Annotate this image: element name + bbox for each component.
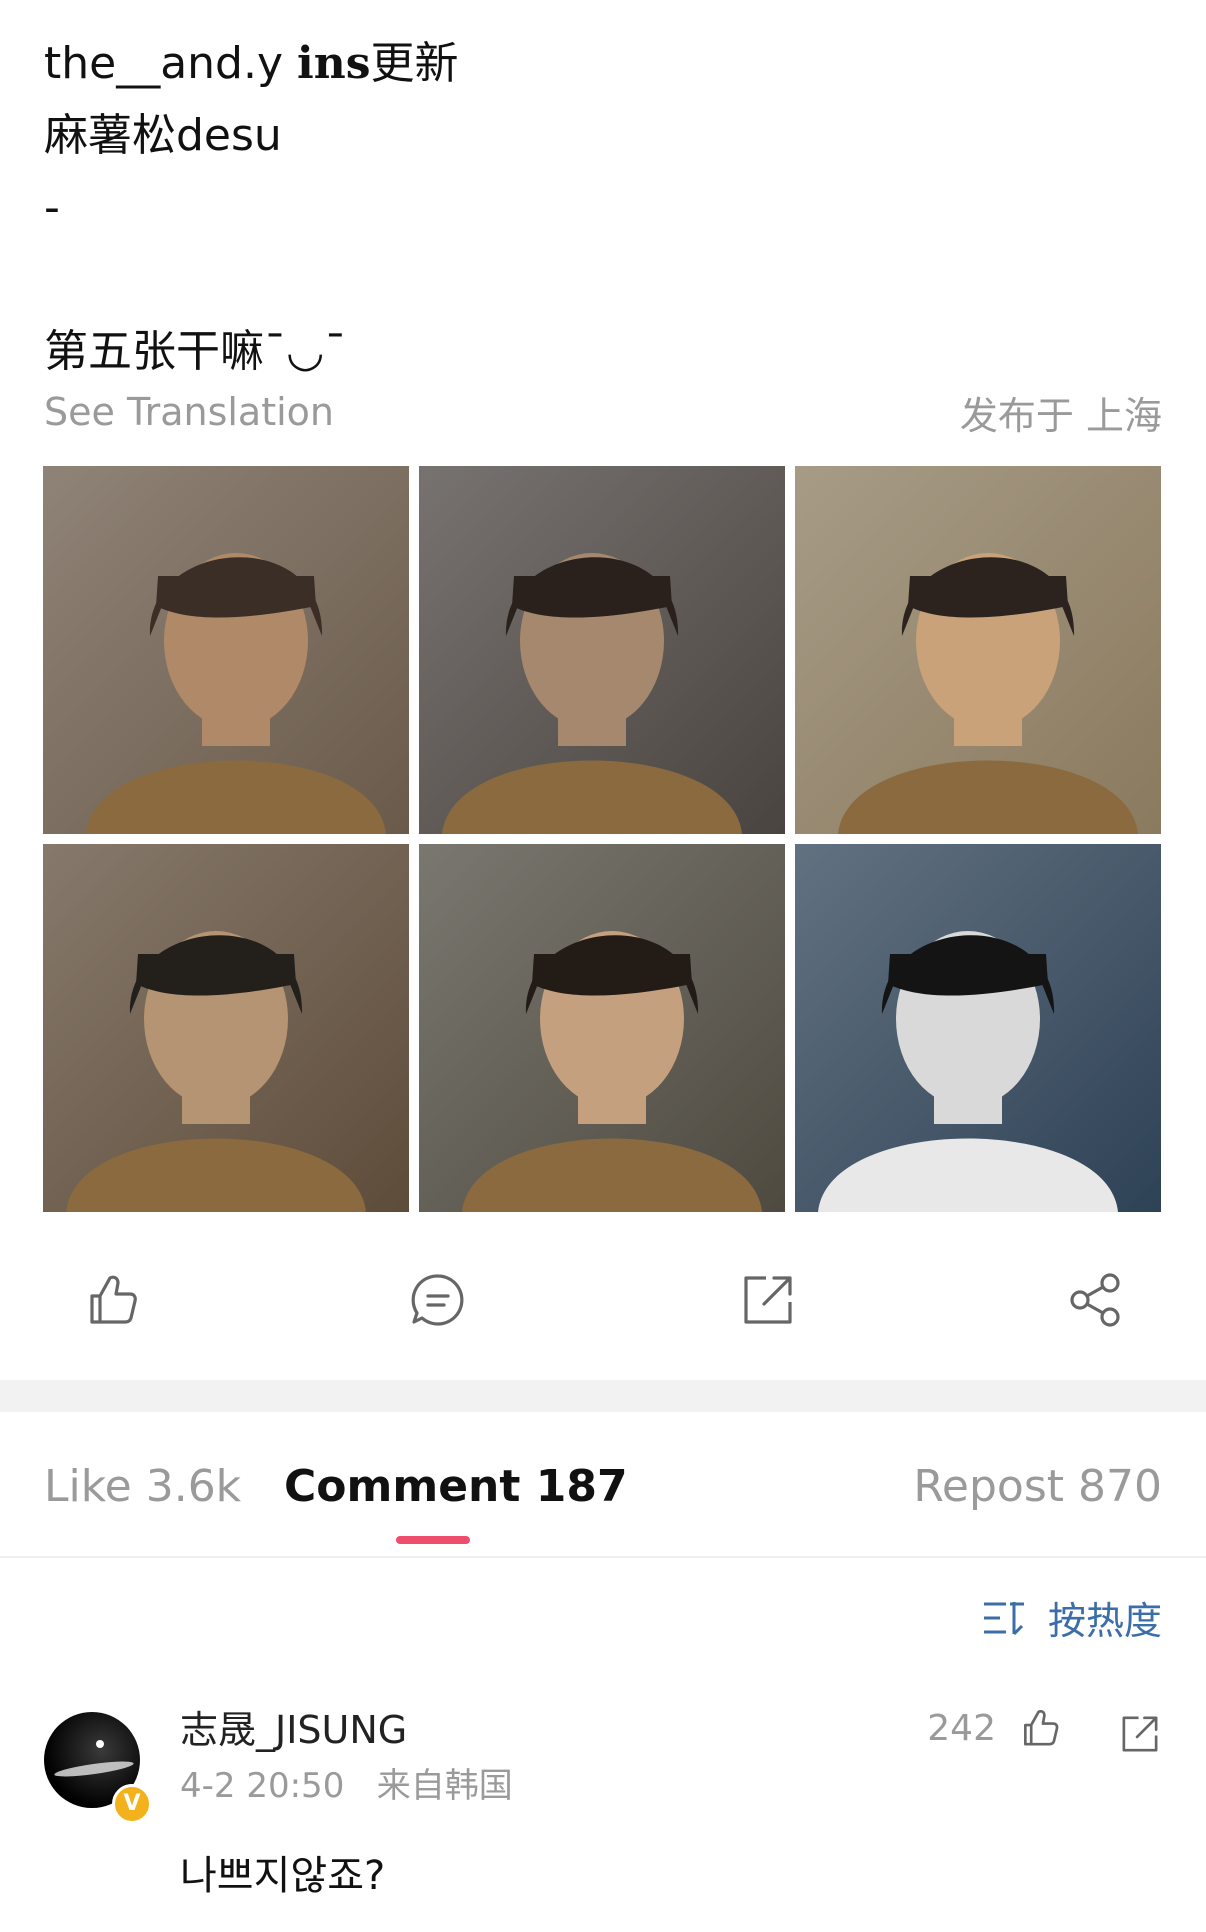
tab-repost[interactable]: Repost 870 — [913, 1452, 1162, 1522]
photo-image — [419, 844, 785, 1212]
photo-2[interactable] — [419, 466, 785, 834]
like-button[interactable] — [82, 1270, 142, 1330]
repost-icon — [1122, 1716, 1158, 1752]
active-tab-indicator — [396, 1536, 470, 1544]
avatar-streak — [53, 1758, 135, 1780]
verified-badge-icon: V — [112, 1784, 152, 1824]
photo-5[interactable] — [419, 844, 785, 1212]
repost-button[interactable] — [738, 1270, 798, 1330]
share-button[interactable] — [1066, 1270, 1126, 1330]
post-line-4: 第五张干嘛ˉ◡ˉ — [44, 326, 347, 377]
post-update-label: 更新 — [370, 38, 459, 89]
tab-like[interactable]: Like 3.6k — [44, 1452, 241, 1522]
comment-text: 나쁘지않죠? — [180, 1853, 386, 1899]
post-meta-row: See Translation 发布于 上海 — [44, 384, 1162, 440]
tabs-divider — [0, 1556, 1206, 1558]
post-spacer — [44, 244, 1164, 316]
comment-meta: 4-2 20:50 来自韩国 — [180, 1766, 513, 1806]
comment-username[interactable]: 志晟_JISUNG — [180, 1702, 407, 1758]
sort-icon — [983, 1601, 1024, 1635]
comment-repost-button[interactable] — [1118, 1712, 1162, 1756]
comment-like-button[interactable]: 242 — [927, 1706, 1062, 1750]
photo-grid — [43, 466, 1163, 1212]
photo-image — [43, 844, 409, 1212]
post-text: the__and.y ins更新 麻薯松desu - 第五张干嘛ˉ◡ˉ — [44, 28, 1164, 388]
thumbs-up-icon — [1024, 1709, 1059, 1746]
photo-image — [43, 466, 409, 834]
photo-1[interactable] — [43, 466, 409, 834]
post-line-3: - — [44, 182, 60, 233]
sort-label: 按热度 — [1047, 1599, 1162, 1643]
sort-button[interactable]: 按热度 — [980, 1590, 1162, 1645]
tab-comment[interactable]: Comment 187 — [284, 1452, 628, 1522]
comment-item: V 志晟_JISUNG 4-2 20:50 来自韩国 나쁘지않죠? 242 — [44, 1702, 1162, 1922]
photo-image — [419, 466, 785, 834]
post-line-1: the__and.y ins更新 — [44, 28, 1164, 100]
avatar-dot — [96, 1740, 104, 1748]
post-line-2: 麻薯松desu — [44, 110, 282, 161]
share-icon — [1070, 1273, 1120, 1327]
comment-icon — [411, 1274, 464, 1326]
comment-like-count: 242 — [927, 1707, 996, 1749]
post-location: 发布于 上海 — [959, 393, 1162, 438]
section-divider — [0, 1380, 1206, 1412]
comment-button[interactable] — [408, 1270, 468, 1330]
repost-icon — [744, 1276, 792, 1324]
post-ins-label: ins — [297, 38, 371, 89]
photo-image — [795, 466, 1161, 834]
interaction-tabs: Like 3.6k Comment 187 Repost 870 — [44, 1452, 1162, 1522]
see-translation-link[interactable]: See Translation — [44, 390, 334, 434]
photo-3[interactable] — [795, 466, 1161, 834]
photo-4[interactable] — [43, 844, 409, 1212]
photo-6[interactable] — [795, 844, 1161, 1212]
action-bar — [0, 1270, 1206, 1330]
post-author-tag: the__and.y — [44, 38, 297, 89]
thumbs-up-icon — [90, 1275, 137, 1324]
photo-image — [795, 844, 1161, 1212]
